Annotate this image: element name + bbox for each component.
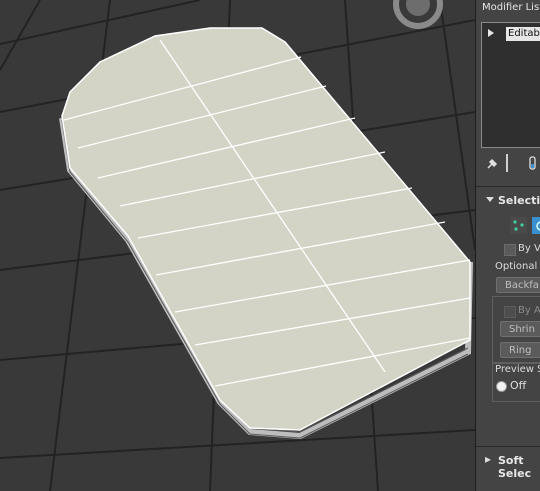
modifier-stack-item[interactable]: Editable (486, 27, 540, 41)
show-end-result-icon[interactable] (506, 154, 508, 172)
make-unique-icon[interactable] (524, 155, 540, 172)
preview-off-radio[interactable] (496, 381, 507, 392)
pin-stack-icon[interactable] (484, 155, 501, 172)
optional-label: Optional C (495, 261, 540, 272)
soft-selection-rollout-title: Soft Selec (498, 454, 532, 480)
preview-off-label: Off (510, 379, 527, 392)
modifier-list-dropdown[interactable]: Modifier List (482, 2, 540, 13)
expand-plus-icon: ▸ (485, 452, 492, 466)
by-angle-label: By An (518, 305, 540, 316)
app-window: Modifier List Editable Selection (0, 0, 540, 491)
collapse-triangle-icon (486, 197, 494, 202)
vertex-mode-icon[interactable] (510, 217, 527, 234)
stack-item-label: Editable (506, 27, 540, 41)
edge-mode-icon[interactable] (532, 217, 540, 234)
modifier-stack[interactable]: Editable (481, 22, 540, 148)
backface-button[interactable]: Backfa (496, 277, 540, 293)
selection-rollout-title: Selection (498, 194, 540, 207)
expand-arrow-icon[interactable] (488, 29, 494, 37)
ring-button[interactable]: Ring (500, 342, 540, 358)
perspective-viewport[interactable] (0, 0, 475, 491)
soft-selection-rollout-header[interactable]: ▸ Soft Selec (480, 452, 540, 480)
by-vertex-checkbox[interactable] (504, 244, 516, 256)
by-vertex-label: By Ve (518, 243, 540, 254)
rollout-separator (476, 186, 540, 187)
selection-rollout-header[interactable]: Selection (480, 192, 540, 210)
preview-selection-label: Preview S (495, 364, 540, 375)
rollout-separator (476, 446, 540, 447)
by-angle-checkbox[interactable] (504, 306, 516, 318)
shrink-button[interactable]: Shrin (500, 321, 540, 337)
viewport-canvas[interactable] (0, 0, 475, 491)
command-panel: Modifier List Editable Selection (475, 0, 540, 491)
